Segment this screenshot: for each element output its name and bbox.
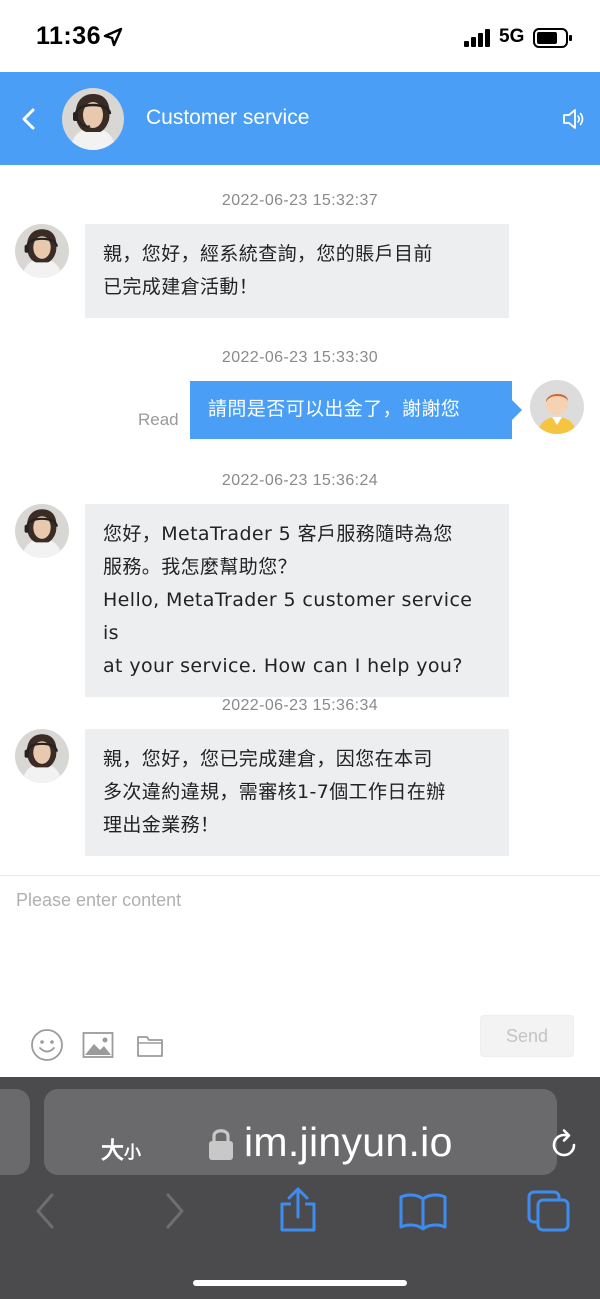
message-line: 親，您好，經系統查詢，您的賬戶目前 (103, 243, 433, 265)
agent-avatar (15, 729, 69, 783)
tabs-icon[interactable] (526, 1189, 572, 1233)
signal-strength-icon (464, 29, 490, 47)
message-input[interactable] (0, 876, 600, 1006)
agent-message-bubble: 親，您好，經系統查詢，您的賬戶目前 已完成建倉活動！ (85, 224, 509, 318)
bookmarks-icon[interactable] (398, 1191, 448, 1231)
message-line: 服務。我怎麼幫助您？ (103, 556, 298, 578)
message-line: 您好，MetaTrader 5 客戶服務隨時為您 (103, 523, 453, 545)
message-line: 已完成建倉活動！ (103, 276, 259, 298)
message-line: 親，您好，您已完成建倉，因您在本司 (103, 748, 433, 770)
chat-header: Customer service (0, 72, 600, 165)
message-line: 請問是否可以出金了，謝謝您 (208, 398, 461, 420)
message-timestamp: 2022-06-23 15:36:24 (221, 472, 379, 489)
message-line: Hello, MetaTrader 5 customer service is (103, 589, 473, 644)
reload-icon[interactable] (547, 1127, 581, 1161)
user-avatar (530, 380, 584, 434)
share-icon[interactable] (277, 1187, 319, 1233)
user-message-bubble: 請問是否可以出金了，謝謝您 (190, 381, 522, 439)
send-button[interactable]: Send (480, 1015, 574, 1057)
message-line: 多次違約違規，需審核1-7個工作日在辦 (103, 781, 446, 803)
lock-icon (209, 1129, 233, 1160)
address-bar[interactable]: 大小 im.jinyun.io (44, 1089, 576, 1175)
home-indicator[interactable] (193, 1280, 407, 1286)
message-timestamp: 2022-06-23 15:36:34 (221, 697, 379, 714)
message-timestamp: 2022-06-23 15:33:30 (221, 349, 379, 366)
status-bar: 11:36 5G (0, 0, 600, 72)
chat-title: Customer service (146, 106, 310, 129)
read-receipt: Read (138, 410, 179, 429)
location-arrow-icon (103, 27, 123, 47)
text-size-small: 小 (124, 1143, 141, 1162)
agent-message-bubble: 親，您好，您已完成建倉，因您在本司 多次違約違規，需審核1-7個工作日在辦 理出… (85, 729, 509, 856)
url-text: im.jinyun.io (244, 1119, 453, 1165)
agent-message-bubble: 您好，MetaTrader 5 客戶服務隨時為您 服務。我怎麼幫助您？ Hell… (85, 504, 509, 697)
agent-avatar (62, 88, 124, 150)
folder-icon[interactable] (136, 1028, 164, 1062)
message-composer: Send (0, 875, 600, 1077)
message-line: at your service. How can I help you? (103, 655, 463, 677)
reader-text-size-button[interactable]: 大小 (101, 1131, 141, 1165)
back-arrow-icon[interactable] (30, 1191, 60, 1231)
speaker-icon[interactable] (561, 106, 587, 132)
network-type: 5G (499, 26, 525, 47)
message-line: 理出金業務！ (103, 814, 220, 836)
forward-arrow-icon[interactable] (160, 1191, 190, 1231)
battery-icon (533, 28, 572, 48)
browser-toolbar: 大小 im.jinyun.io (0, 1077, 600, 1299)
agent-avatar (15, 504, 69, 558)
chat-message-list: 2022-06-23 15:32:37 親，您好，經系統查詢，您的賬戶目前 已完… (0, 165, 600, 875)
back-chevron-icon[interactable] (14, 102, 44, 136)
emoji-icon[interactable] (30, 1028, 64, 1062)
previous-tab-edge[interactable] (0, 1089, 30, 1175)
status-time: 11:36 (36, 22, 102, 50)
image-icon[interactable] (82, 1028, 114, 1062)
message-timestamp: 2022-06-23 15:32:37 (221, 192, 379, 209)
agent-avatar (15, 224, 69, 278)
text-size-big: 大 (101, 1137, 124, 1163)
